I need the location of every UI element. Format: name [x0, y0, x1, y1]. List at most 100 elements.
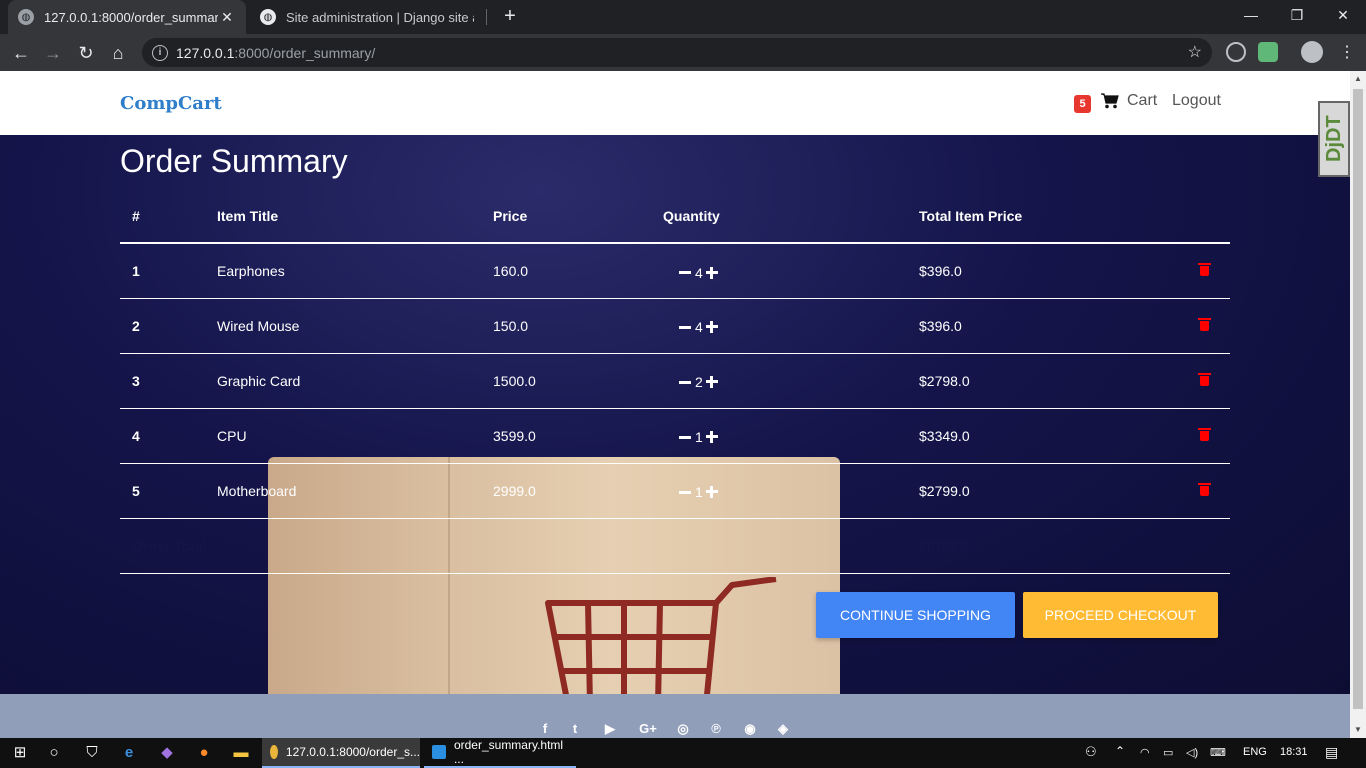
codepen-icon[interactable]: ◈	[775, 721, 791, 737]
visual-studio-icon[interactable]: ◆	[157, 743, 177, 763]
delete-trash-icon[interactable]	[1198, 482, 1211, 496]
quantity-value: 4	[695, 319, 703, 336]
increase-quantity-icon[interactable]	[705, 266, 718, 279]
site-info-icon[interactable]: i	[152, 44, 168, 61]
order-summary-table: # Item Title Price Quantity Total Item P…	[120, 189, 1230, 574]
file-explorer-icon[interactable]: ▬	[231, 743, 251, 763]
scroll-down-arrow[interactable]: ▼	[1350, 722, 1366, 738]
page-scrollbar[interactable]: ▲ ▼	[1350, 71, 1366, 738]
profile-avatar[interactable]	[1301, 41, 1323, 63]
battery-icon[interactable]: ▭	[1163, 746, 1173, 759]
facebook-icon[interactable]: f	[537, 721, 553, 736]
row-number: 5	[120, 463, 216, 519]
reload-icon[interactable]: ↻	[73, 40, 99, 66]
menu-dots-icon[interactable]: ⋮	[1334, 40, 1360, 66]
item-title: Motherboard	[216, 463, 492, 519]
table-row: 4 CPU 3599.0 1 $3349.0	[120, 408, 1230, 464]
quantity-value: 4	[695, 264, 703, 281]
table-row: 1 Earphones 160.0 4 $396.0	[120, 243, 1230, 299]
wifi-icon[interactable]: ◠	[1140, 746, 1150, 759]
scroll-up-arrow[interactable]: ▲	[1350, 71, 1366, 87]
table-header-row: # Item Title Price Quantity Total Item P…	[120, 189, 1230, 244]
dribbble-icon[interactable]: ◎	[675, 721, 691, 737]
scrollbar-thumb[interactable]	[1353, 89, 1363, 709]
store-icon[interactable]: ⛉	[82, 743, 102, 763]
decrease-quantity-icon[interactable]	[679, 325, 691, 329]
item-price: 160.0	[492, 243, 662, 299]
twitter-icon[interactable]: t	[567, 721, 583, 736]
delete-trash-icon[interactable]	[1198, 427, 1211, 441]
item-total-price: $396.0	[918, 298, 1198, 354]
item-total-price: $2798.0	[918, 353, 1198, 409]
bookmark-star-icon[interactable]: ☆	[1188, 42, 1202, 62]
cart-count-badge: 5	[1074, 95, 1091, 113]
people-icon[interactable]: ⚇	[1085, 744, 1097, 760]
continue-shopping-button[interactable]: CONTINUE SHOPPING	[816, 592, 1015, 638]
volume-icon[interactable]: ◁)	[1186, 746, 1198, 759]
decrease-quantity-icon[interactable]	[679, 271, 691, 274]
extension-icon[interactable]	[1258, 42, 1278, 62]
close-window-button[interactable]: ✕	[1320, 0, 1366, 30]
row-number: 1	[120, 243, 216, 299]
minimize-button[interactable]: —	[1228, 0, 1274, 30]
quantity-value: 1	[695, 484, 703, 501]
search-circle-icon[interactable]: ○	[44, 743, 64, 763]
quantity-stepper: 4	[679, 319, 718, 335]
edge-icon[interactable]: e	[119, 743, 139, 763]
github-icon[interactable]: ◉	[742, 721, 758, 737]
cart-link[interactable]: Cart	[1101, 92, 1157, 110]
pinterest-icon[interactable]: ℗	[708, 721, 724, 736]
url-path: :8000/order_summary/	[234, 44, 376, 61]
decrease-quantity-icon[interactable]	[679, 490, 691, 494]
table-row: 5 Motherboard 2999.0 1 $2799.0	[120, 463, 1230, 519]
restore-button[interactable]: ❐	[1274, 0, 1320, 30]
browser-tab-django-admin[interactable]: ◍ Site administration | Django site admi…	[250, 0, 484, 34]
delete-trash-icon[interactable]	[1198, 317, 1211, 331]
home-icon[interactable]: ⌂	[105, 40, 131, 66]
new-tab-button[interactable]: +	[498, 4, 522, 28]
close-tab-icon[interactable]: ✕	[218, 9, 236, 26]
decrease-quantity-icon[interactable]	[679, 435, 691, 439]
language-indicator[interactable]: ENG	[1243, 746, 1267, 758]
proceed-checkout-button[interactable]: PROCEED CHECKOUT	[1023, 592, 1218, 638]
item-price: 2999.0	[492, 463, 662, 519]
increase-quantity-icon[interactable]	[705, 321, 718, 334]
address-bar[interactable]: i 127.0.0.1:8000/order_summary/ ☆	[142, 38, 1212, 67]
brand-logo[interactable]: CompCart	[120, 93, 222, 114]
quantity-stepper: 4	[679, 265, 718, 281]
quantity-stepper: 1	[679, 484, 718, 500]
firefox-icon[interactable]: ●	[194, 743, 214, 763]
show-hidden-icons-chevron[interactable]: ⌃	[1115, 744, 1125, 758]
keyboard-icon[interactable]: ⌨	[1210, 746, 1226, 759]
increase-quantity-icon[interactable]	[705, 431, 718, 444]
delete-trash-icon[interactable]	[1198, 372, 1211, 386]
cart-label: Cart	[1127, 92, 1158, 109]
clock-time[interactable]: 18:31	[1280, 746, 1308, 758]
taskbar-vscode-window[interactable]: order_summary.html ...	[424, 738, 576, 768]
youtube-icon[interactable]: ▶	[602, 721, 618, 737]
forward-icon[interactable]: →	[40, 40, 66, 66]
order-total-label: Order Total	[120, 518, 918, 574]
url-host: 127.0.0.1	[176, 44, 235, 61]
increase-quantity-icon[interactable]	[705, 486, 718, 499]
notifications-icon[interactable]: ▤	[1325, 744, 1338, 761]
item-title: Graphic Card	[216, 353, 492, 409]
chrome-icon	[270, 745, 278, 759]
google-plus-icon[interactable]: G+	[637, 721, 659, 736]
decrease-quantity-icon[interactable]	[679, 380, 691, 384]
quantity-stepper: 1	[679, 429, 718, 445]
taskbar-chrome-window[interactable]: 127.0.0.1:8000/order_s...	[262, 738, 420, 768]
increase-quantity-icon[interactable]	[705, 376, 718, 389]
tab-title: 127.0.0.1:8000/order_summary/	[44, 9, 218, 25]
browser-toolbar: ← → ↻ ⌂ i 127.0.0.1:8000/order_summary/ …	[0, 34, 1366, 71]
windows-start-icon[interactable]: ⊞	[10, 743, 30, 763]
delete-trash-icon[interactable]	[1198, 262, 1211, 276]
site-footer: f t ▶ G+ ◎ ℗ ◉ ◈	[0, 694, 1350, 738]
logout-link[interactable]: Logout	[1172, 92, 1221, 110]
extension-icon[interactable]	[1226, 42, 1246, 62]
browser-tab-order-summary[interactable]: ◍ 127.0.0.1:8000/order_summary/ ✕	[8, 0, 246, 34]
vscode-icon	[432, 745, 446, 759]
item-total-price: $3349.0	[918, 408, 1198, 464]
back-icon[interactable]: ←	[8, 40, 34, 66]
django-debug-toolbar-handle[interactable]: DjDT	[1318, 101, 1350, 177]
